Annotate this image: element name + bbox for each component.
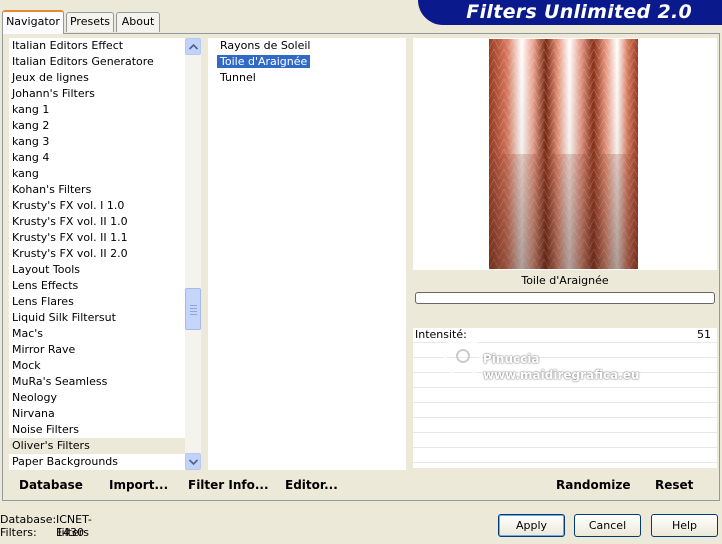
filter-item[interactable]: Rayons de Soleil	[208, 38, 406, 54]
title-banner: Filters Unlimited 2.0	[418, 0, 722, 25]
param-row-empty	[413, 433, 717, 448]
category-item[interactable]: kang 3	[9, 134, 185, 150]
category-item[interactable]: Layout Tools	[9, 262, 185, 278]
tab-about[interactable]: About	[116, 12, 160, 32]
filter-list[interactable]: Rayons de Soleil Toile d'Araignée Tunnel	[208, 38, 406, 470]
filter-item[interactable]: Tunnel	[208, 70, 406, 86]
category-item[interactable]: Liquid Silk Filtersut	[9, 310, 185, 326]
category-item[interactable]: Krusty's FX vol. II 1.0	[9, 214, 185, 230]
category-list[interactable]: Italian Editors Effect Italian Editors Ge…	[9, 38, 185, 470]
param-row-empty	[413, 358, 717, 373]
parameter-list[interactable]: Intensité: 51	[413, 328, 717, 468]
status-filters-value: 1430	[56, 526, 84, 539]
scroll-thumb[interactable]	[185, 288, 201, 330]
filter-preview-image	[489, 39, 638, 269]
scroll-down-button[interactable]	[185, 453, 201, 470]
category-scrollbar[interactable]	[185, 38, 201, 470]
reset-button[interactable]: Reset	[655, 478, 693, 492]
progress-bar	[415, 292, 715, 304]
category-item[interactable]: Krusty's FX vol. II 2.0	[9, 246, 185, 262]
import-button[interactable]: Import...	[109, 478, 168, 492]
category-item[interactable]: Krusty's FX vol. II 1.1	[9, 230, 185, 246]
navigator-panel: Italian Editors Effect Italian Editors Ge…	[2, 33, 720, 501]
randomize-button[interactable]: Randomize	[556, 478, 630, 492]
app-title: Filters Unlimited 2.0	[466, 1, 692, 23]
category-item[interactable]: Noise Filters	[9, 422, 185, 438]
param-row-empty	[413, 373, 717, 388]
category-item[interactable]: Mac's	[9, 326, 185, 342]
category-item[interactable]: Kohan's Filters	[9, 182, 185, 198]
category-item[interactable]: Paper Backgrounds	[9, 454, 185, 470]
database-button[interactable]: Database	[19, 478, 83, 492]
param-row-empty	[413, 343, 717, 358]
category-item[interactable]: Mock	[9, 358, 185, 374]
category-item[interactable]: Lens Effects	[9, 278, 185, 294]
category-item[interactable]: Neology	[9, 390, 185, 406]
cancel-button[interactable]: Cancel	[574, 514, 641, 537]
preview-panel	[413, 38, 717, 270]
filter-item-label: Tunnel	[220, 71, 256, 84]
category-item[interactable]: kang 4	[9, 150, 185, 166]
param-row-empty	[413, 448, 717, 463]
filter-item-label: Toile d'Araignée	[217, 55, 311, 68]
category-item[interactable]: kang	[9, 166, 185, 182]
param-label: Intensité:	[415, 328, 467, 341]
category-item[interactable]: Italian Editors Effect	[9, 38, 185, 54]
category-item[interactable]: Mirror Rave	[9, 342, 185, 358]
category-item[interactable]: Johann's Filters	[9, 86, 185, 102]
param-row[interactable]: Intensité: 51	[413, 328, 717, 343]
tab-navigator[interactable]: Navigator	[2, 10, 64, 34]
filter-item[interactable]: Toile d'Araignée	[208, 54, 406, 70]
param-row-empty	[413, 403, 717, 418]
category-item[interactable]: Jeux de lignes	[9, 70, 185, 86]
tab-presets[interactable]: Presets	[66, 12, 114, 32]
category-item[interactable]: kang 2	[9, 118, 185, 134]
help-button[interactable]: Help	[651, 514, 718, 537]
chevron-down-icon	[188, 458, 198, 465]
param-row-empty	[413, 388, 717, 403]
status-database-label: Database:	[0, 513, 57, 526]
chevron-up-icon	[188, 43, 198, 50]
filter-info-button[interactable]: Filter Info...	[188, 478, 269, 492]
category-item[interactable]: Lens Flares	[9, 294, 185, 310]
status-filters-label: Filters:	[0, 526, 37, 539]
param-value: 51	[697, 328, 711, 341]
filter-item-label: Rayons de Soleil	[220, 39, 311, 52]
scroll-up-button[interactable]	[185, 38, 201, 55]
category-item[interactable]: Oliver's Filters	[9, 438, 185, 454]
category-item[interactable]: Italian Editors Generatore	[9, 54, 185, 70]
editor-button[interactable]: Editor...	[285, 478, 338, 492]
category-item[interactable]: MuRa's Seamless	[9, 374, 185, 390]
category-item[interactable]: Krusty's FX vol. I 1.0	[9, 198, 185, 214]
param-row-empty	[413, 418, 717, 433]
category-item[interactable]: kang 1	[9, 102, 185, 118]
preview-filter-name: Toile d'Araignée	[521, 274, 609, 287]
apply-button[interactable]: Apply	[498, 514, 565, 537]
category-item[interactable]: Nirvana	[9, 406, 185, 422]
